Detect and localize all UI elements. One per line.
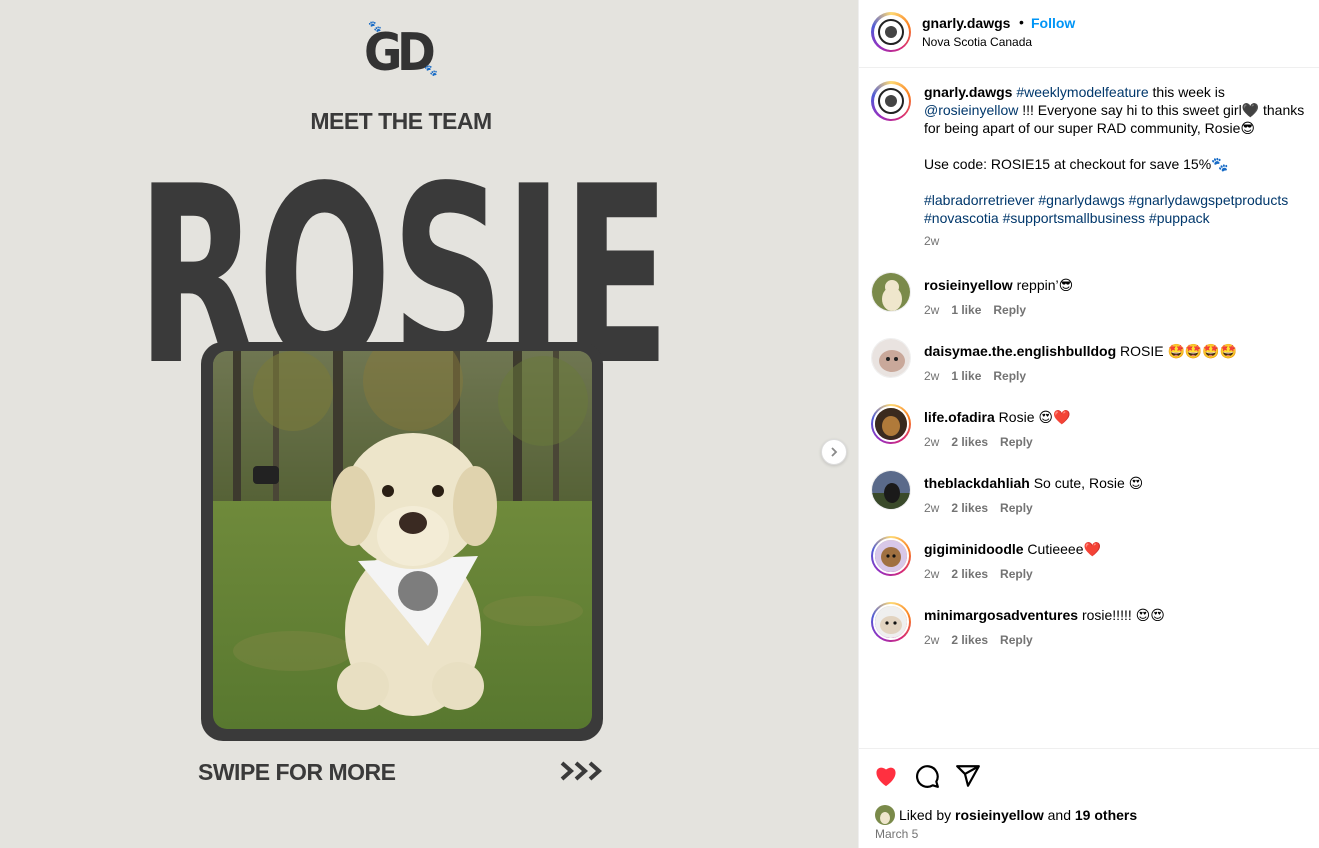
caption-username[interactable]: gnarly.dawgs [924,84,1012,100]
comment-item: gigiminidoodle Cutieeee❤️ 2w 2 likes Reply [871,536,1317,596]
comment-time[interactable]: 2w [924,501,939,515]
caption-text: gnarly.dawgs #weeklymodelfeature this we… [924,83,1319,227]
heart-icon[interactable] [873,763,899,789]
comment-likes[interactable]: 2 likes [951,567,988,581]
commenter-username[interactable]: life.ofadira [924,409,995,425]
reply-button[interactable]: Reply [1000,567,1033,581]
reply-button[interactable]: Reply [993,303,1026,317]
post-footer: Liked by rosieinyellow and 19 others Mar… [859,748,1319,848]
comment-body: Rosie 😍❤️ [994,409,1071,425]
comment-item: life.ofadira Rosie 😍❤️ 2w 2 likes Reply [871,404,1317,464]
commenter-avatar[interactable] [871,404,911,444]
chevron-right-icon [831,447,838,457]
comment-meta: 2w 1 like Reply [924,303,1038,317]
rosie-title: ROSIE [137,161,670,364]
caption-author-avatar[interactable] [871,81,911,121]
post-date[interactable]: March 5 [875,827,918,841]
comment-time[interactable]: 2w [924,303,939,317]
comment-item: rosieinyellow reppin’😎 2w 1 like Reply [871,272,1317,332]
comment-item: minimargosadventures rosie!!!!! 😍😍 2w 2 l… [871,602,1317,662]
photo-frame [201,342,603,741]
reply-button[interactable]: Reply [1000,633,1033,647]
share-icon[interactable] [955,763,981,789]
separator-dot: • [1019,14,1024,30]
commenter-avatar[interactable] [871,272,911,312]
comment-body: So cute, Rosie 😍 [1029,475,1144,491]
liked-by-mid: and [1047,807,1071,823]
commenter-username[interactable]: rosieinyellow [924,277,1013,293]
comment-meta: 2w 2 likes Reply [924,567,1045,581]
liked-by-summary: Liked by rosieinyellow and 19 others [875,805,1137,825]
author-username[interactable]: gnarly.dawgs [922,15,1010,31]
comment-body: Cutieeee❤️ [1023,541,1101,557]
reply-button[interactable]: Reply [1000,435,1033,449]
comment-text: minimargosadventures rosie!!!!! 😍😍 [924,607,1165,624]
rosie-title-text: ROSIE [137,161,670,364]
commenter-avatar[interactable] [871,602,911,642]
post-media[interactable]: GD 🐾 🐾 MEET THE TEAM ROSIE SWIPE FOR MOR… [0,0,858,848]
hashtags-line[interactable]: #novascotia #supportsmallbusiness #puppa… [924,209,1319,227]
commenter-username[interactable]: theblackdahliah [924,475,1030,491]
comment-time[interactable]: 2w [924,633,939,647]
commenter-username[interactable]: minimargosadventures [924,607,1078,623]
commenter-username[interactable]: daisymae.the.englishbulldog [924,343,1116,359]
comments-scroll-area[interactable]: gnarly.dawgs #weeklymodelfeature this we… [859,69,1319,749]
triple-chevron-icon [560,761,603,781]
brand-logo: GD 🐾 🐾 [364,21,440,84]
comment-time[interactable]: 2w [924,369,939,383]
liker-avatar[interactable] [875,805,895,825]
reply-button[interactable]: Reply [1000,501,1033,515]
commenter-username[interactable]: gigiminidoodle [924,541,1024,557]
comment-likes[interactable]: 2 likes [951,633,988,647]
caption-body: this week is [1148,84,1225,100]
caption-timestamp[interactable]: 2w [924,234,939,248]
commenter-avatar[interactable] [871,536,911,576]
comment-meta: 2w 2 likes Reply [924,501,1045,515]
liked-by-others[interactable]: 19 others [1075,807,1137,823]
comment-text: theblackdahliah So cute, Rosie 😍 [924,475,1143,492]
comment-body: rosie!!!!! 😍😍 [1078,607,1165,623]
comment-meta: 2w 2 likes Reply [924,435,1045,449]
comment-time[interactable]: 2w [924,435,939,449]
post-viewer: GD 🐾 🐾 MEET THE TEAM ROSIE SWIPE FOR MOR… [0,0,1319,848]
comment-meta: 2w 2 likes Reply [924,633,1045,647]
commenter-avatar[interactable] [871,338,911,378]
swipe-for-more-text: SWIPE FOR MORE [198,759,396,785]
comment-body: ROSIE 🤩🤩🤩🤩 [1116,343,1238,359]
comment-time[interactable]: 2w [924,567,939,581]
hashtag-link[interactable]: #weeklymodelfeature [1016,84,1148,100]
next-slide-button[interactable] [821,439,847,465]
comment-text: rosieinyellow reppin’😎 [924,277,1073,294]
comment-text: life.ofadira Rosie 😍❤️ [924,409,1070,426]
follow-button[interactable]: Follow [1031,15,1075,31]
comment-likes[interactable]: 2 likes [951,435,988,449]
liked-by-user[interactable]: rosieinyellow [955,807,1044,823]
comment-body: reppin’😎 [1012,277,1074,293]
comment-likes[interactable]: 1 like [951,369,981,383]
paw-icon: 🐾 [424,65,438,77]
post-side-panel: gnarly.dawgs • Follow Nova Scotia Canada [858,0,1319,848]
dog-photo [213,351,592,729]
comment-likes[interactable]: 1 like [951,303,981,317]
hashtags-line[interactable]: #labradorretriever #gnarlydawgs #gnarlyd… [924,191,1319,209]
commenter-avatar[interactable] [871,470,911,510]
promo-code-line: Use code: ROSIE15 at checkout for save 1… [924,156,1229,172]
comment-item: theblackdahliah So cute, Rosie 😍 2w 2 lik… [871,470,1317,530]
comment-text: gigiminidoodle Cutieeee❤️ [924,541,1101,558]
reply-button[interactable]: Reply [993,369,1026,383]
post-location[interactable]: Nova Scotia Canada [922,35,1032,49]
comment-likes[interactable]: 2 likes [951,501,988,515]
meet-the-team-heading: MEET THE TEAM [310,108,492,134]
comment-icon[interactable] [914,763,940,789]
liked-by-prefix: Liked by [899,807,952,823]
comment-item: daisymae.the.englishbulldog ROSIE 🤩🤩🤩🤩 2… [871,338,1317,398]
comment-meta: 2w 1 like Reply [924,369,1038,383]
action-bar [873,763,981,789]
author-avatar[interactable] [871,12,911,52]
mention-link[interactable]: @rosieinyellow [924,102,1018,118]
paw-icon: 🐾 [368,21,382,33]
comment-text: daisymae.the.englishbulldog ROSIE 🤩🤩🤩🤩 [924,343,1237,360]
post-header: gnarly.dawgs • Follow Nova Scotia Canada [859,0,1319,68]
